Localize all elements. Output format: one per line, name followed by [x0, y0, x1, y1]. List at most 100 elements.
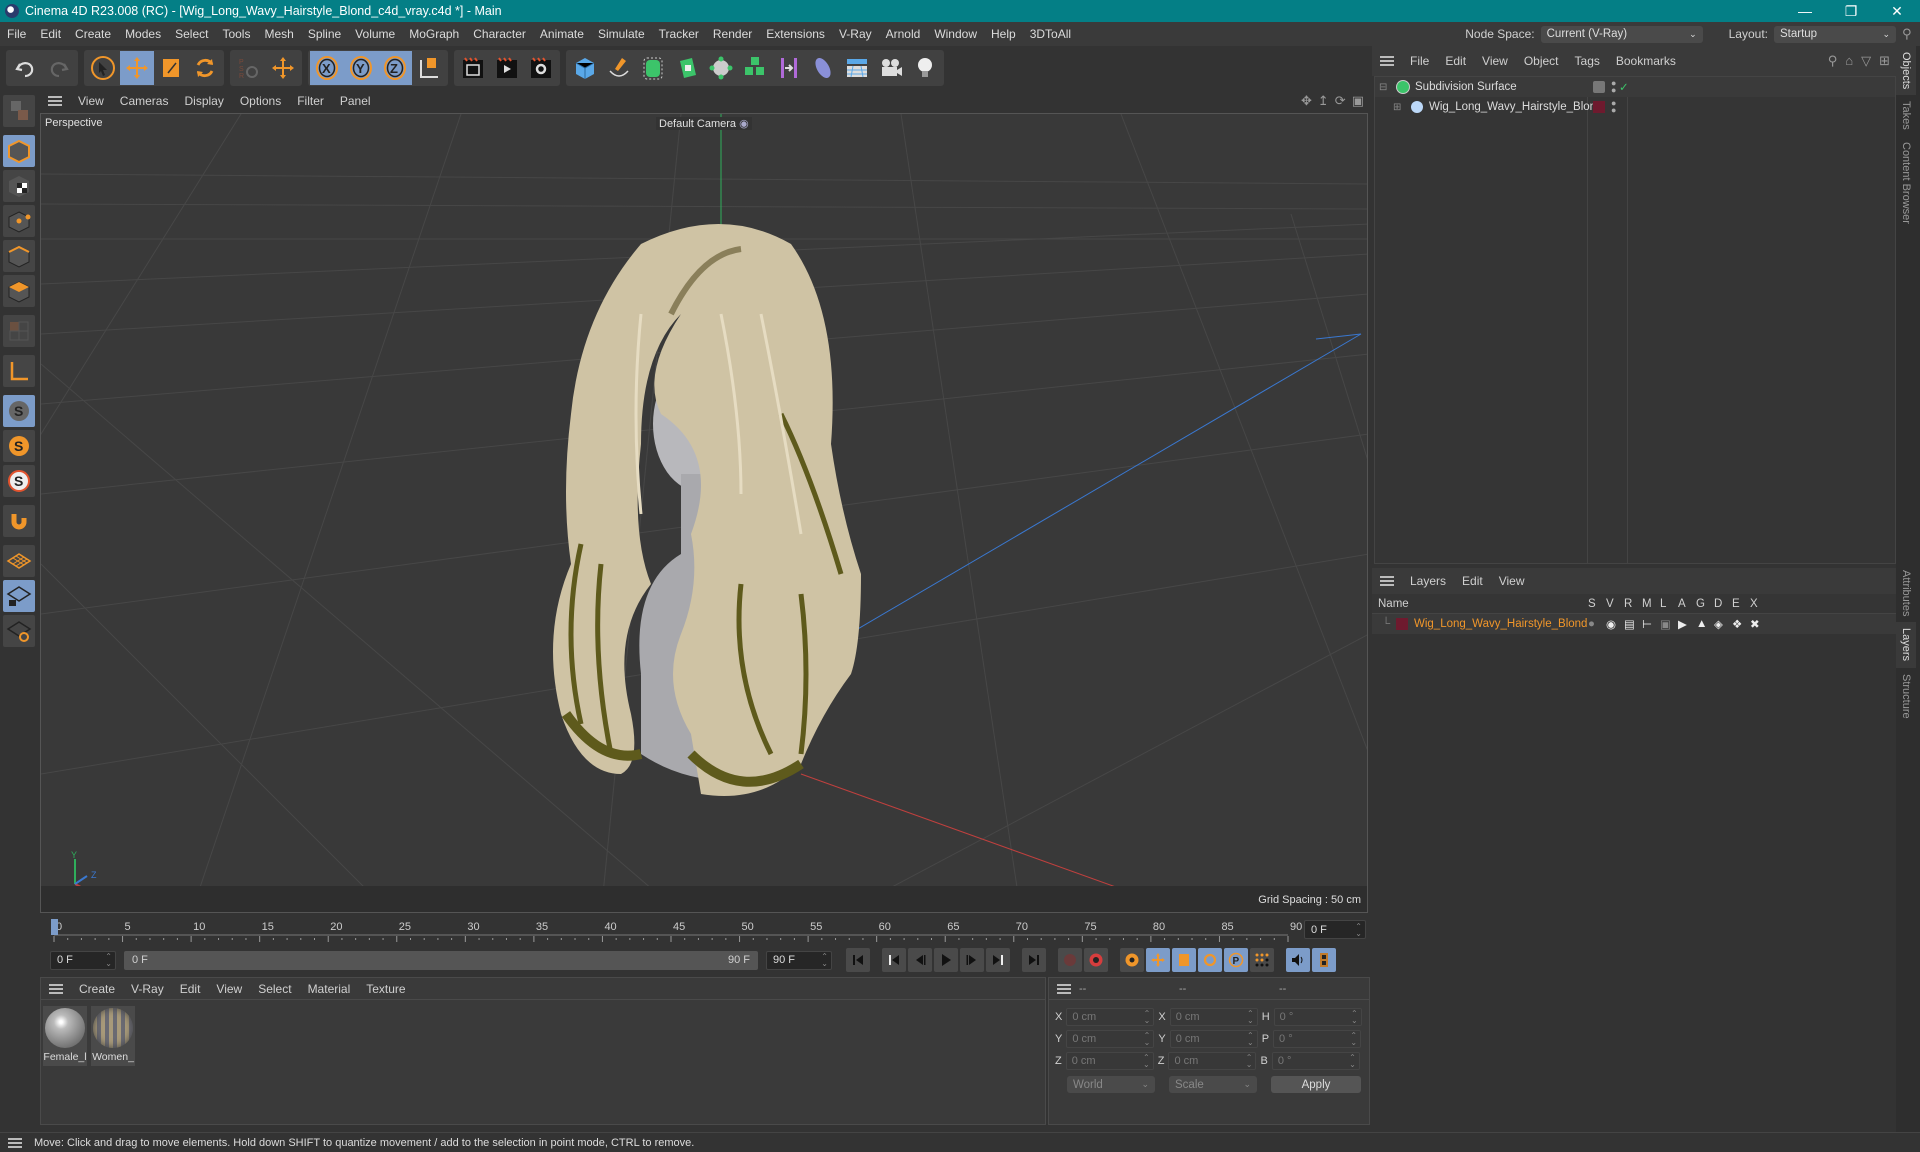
- extrude-button[interactable]: [670, 51, 704, 85]
- viewport-menu-filter[interactable]: Filter: [289, 94, 332, 108]
- column-xref[interactable]: X: [1750, 598, 1768, 610]
- viewport-menu-cameras[interactable]: Cameras: [112, 94, 177, 108]
- tab-content-browser[interactable]: Content Browser: [1896, 136, 1916, 230]
- rotate-tool-button[interactable]: [188, 51, 222, 85]
- viewport-menu-options[interactable]: Options: [232, 94, 289, 108]
- menu-animate[interactable]: Animate: [533, 27, 591, 41]
- start-frame-field[interactable]: 0 F ⌃ ⌄: [50, 950, 116, 970]
- menu-character[interactable]: Character: [466, 27, 533, 41]
- menu-edit[interactable]: Edit: [33, 27, 68, 41]
- psr-button[interactable]: PSR: [232, 51, 266, 85]
- key-pla-button[interactable]: [1250, 948, 1274, 972]
- align-workplane-button[interactable]: [3, 615, 35, 647]
- key-position-button[interactable]: [1146, 948, 1170, 972]
- camera-label[interactable]: Default Camera ◉: [656, 117, 752, 130]
- menu-arnold[interactable]: Arnold: [879, 27, 928, 41]
- column-render[interactable]: R: [1624, 598, 1642, 610]
- viewport-menu-panel[interactable]: Panel: [332, 94, 379, 108]
- menu-help[interactable]: Help: [984, 27, 1023, 41]
- layers-menu-view[interactable]: View: [1491, 574, 1533, 588]
- key-parameter-button[interactable]: P: [1224, 948, 1248, 972]
- make-editable-button[interactable]: [3, 95, 35, 127]
- render-view-button[interactable]: [456, 51, 490, 85]
- layers-menu-layers[interactable]: Layers: [1402, 574, 1454, 588]
- undo-button[interactable]: [8, 51, 42, 85]
- z-axis-lock-button[interactable]: Z: [378, 51, 412, 85]
- column-manager[interactable]: M: [1642, 598, 1660, 610]
- generator-icon[interactable]: ▲: [1696, 618, 1714, 630]
- menu-spline[interactable]: Spline: [301, 27, 348, 41]
- autokey-button[interactable]: [1084, 948, 1108, 972]
- minimize-button[interactable]: —: [1782, 0, 1828, 22]
- column-expressions[interactable]: E: [1732, 598, 1750, 610]
- floor-button[interactable]: [840, 51, 874, 85]
- key-scale-button[interactable]: [1172, 948, 1196, 972]
- keyframe-settings-button[interactable]: [1120, 948, 1144, 972]
- objects-menu-tags[interactable]: Tags: [1567, 54, 1608, 68]
- hamburger-icon[interactable]: [48, 96, 62, 106]
- search-icon[interactable]: ⚲: [1828, 53, 1838, 69]
- visible-eye-icon[interactable]: ◉: [1606, 617, 1624, 631]
- x-axis-lock-button[interactable]: X: [310, 51, 344, 85]
- column-locked[interactable]: L: [1660, 598, 1678, 610]
- edit-tag-icon[interactable]: [1593, 81, 1605, 93]
- locked-workplane-button[interactable]: [3, 580, 35, 612]
- render-clapper-icon[interactable]: ▤: [1624, 617, 1642, 631]
- redo-button[interactable]: [42, 51, 76, 85]
- light-button[interactable]: [908, 51, 942, 85]
- menu-render[interactable]: Render: [706, 27, 759, 41]
- animation-play-icon[interactable]: ▶: [1678, 617, 1696, 631]
- key-rotation-button[interactable]: [1198, 948, 1222, 972]
- cube-button[interactable]: [568, 51, 602, 85]
- manager-hierarchy-icon[interactable]: ⊢: [1642, 617, 1660, 631]
- position-z-field[interactable]: 0 cm ⌃ ⌄: [1065, 1052, 1154, 1070]
- sound-button[interactable]: [1286, 948, 1310, 972]
- tab-structure[interactable]: Structure: [1896, 668, 1916, 725]
- viewport-menu-display[interactable]: Display: [176, 94, 231, 108]
- render-settings-button[interactable]: [524, 51, 558, 85]
- objects-menu-bookmarks[interactable]: Bookmarks: [1608, 54, 1684, 68]
- menu-volume[interactable]: Volume: [348, 27, 402, 41]
- rotation-h-field[interactable]: 0 ° ⌃ ⌄: [1273, 1008, 1362, 1026]
- node-space-dropdown[interactable]: Current (V-Ray) ⌄: [1540, 25, 1703, 43]
- render-picture-viewer-button[interactable]: [490, 51, 524, 85]
- current-frame-field[interactable]: 0 F ⌃ ⌄: [1304, 920, 1366, 939]
- objects-menu-edit[interactable]: Edit: [1437, 54, 1474, 68]
- move-tool-button[interactable]: [120, 51, 154, 85]
- rotation-b-field[interactable]: 0 ° ⌃ ⌄: [1271, 1052, 1360, 1070]
- pan-view-icon[interactable]: ✥: [1301, 93, 1312, 109]
- collapse-icon[interactable]: ⊟: [1379, 82, 1393, 93]
- menu-3dtoall[interactable]: 3DToAll: [1023, 27, 1078, 41]
- menu-create[interactable]: Create: [68, 27, 118, 41]
- timeline-button[interactable]: [1312, 948, 1336, 972]
- hamburger-icon[interactable]: [49, 983, 63, 994]
- scale-z-field[interactable]: 0 cm ⌃ ⌄: [1168, 1052, 1257, 1070]
- y-axis-lock-button[interactable]: Y: [344, 51, 378, 85]
- deformer-icon[interactable]: ◈: [1714, 617, 1732, 631]
- material-menu-texture[interactable]: Texture: [358, 982, 413, 996]
- expression-icon[interactable]: ❖: [1732, 617, 1750, 631]
- layer-row[interactable]: └ Wig_Long_Wavy_Hairstyle_Blond ● ◉ ▤ ⊢ …: [1372, 614, 1896, 634]
- objects-menu-file[interactable]: File: [1402, 54, 1437, 68]
- cloner-button[interactable]: [704, 51, 738, 85]
- point-mode-button[interactable]: [3, 205, 35, 237]
- solo-icon[interactable]: ●: [1588, 618, 1606, 630]
- tab-objects[interactable]: Objects: [1896, 46, 1916, 96]
- home-icon[interactable]: ⌂: [1845, 53, 1853, 69]
- camera-button[interactable]: [874, 51, 908, 85]
- material-menu-material[interactable]: Material: [300, 982, 359, 996]
- search-icon[interactable]: ⚲: [1902, 26, 1920, 42]
- playhead[interactable]: [51, 919, 58, 935]
- polygon-mode-button[interactable]: [3, 275, 35, 307]
- visibility-dots-icon[interactable]: ● ●: [1611, 79, 1616, 95]
- goto-end-button[interactable]: [1022, 948, 1046, 972]
- 3d-viewport[interactable]: Y Z X Perspective Default Camera ◉ Grid …: [40, 113, 1368, 913]
- material-swatch[interactable]: Female_l: [43, 1006, 87, 1066]
- select-tool-button[interactable]: [86, 51, 120, 85]
- workplane-button[interactable]: [3, 545, 35, 577]
- end-frame-field[interactable]: 90 F ⌃ ⌄: [766, 950, 832, 970]
- filter-icon[interactable]: ▽: [1861, 53, 1871, 69]
- material-menu-create[interactable]: Create: [71, 982, 123, 996]
- material-menu-edit[interactable]: Edit: [172, 982, 209, 996]
- close-button[interactable]: ✕: [1874, 0, 1920, 22]
